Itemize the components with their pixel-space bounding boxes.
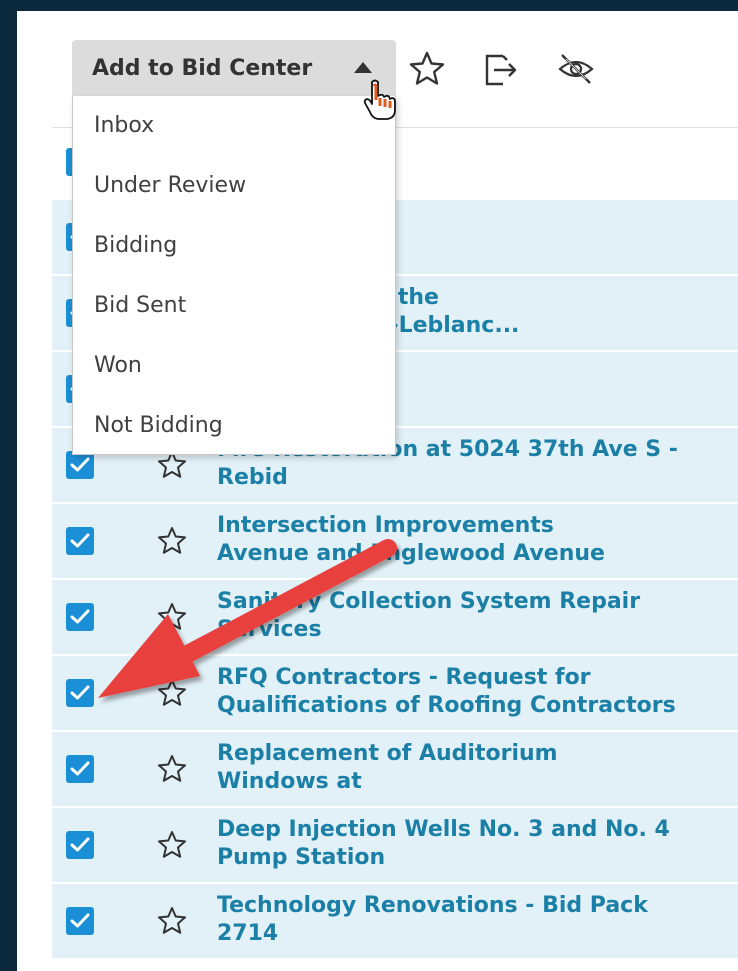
checkmark-icon <box>70 837 90 852</box>
row-checkbox[interactable] <box>66 755 94 783</box>
row-checkbox[interactable] <box>66 907 94 935</box>
project-title-line: Sanitary Collection System Repair <box>217 589 641 614</box>
menu-item-bidding[interactable]: Bidding <box>73 216 395 276</box>
project-title-line: Qualifications of Roofing Contractors <box>217 693 676 718</box>
star-icon[interactable] <box>156 905 188 937</box>
star-icon[interactable] <box>407 49 447 89</box>
star-icon[interactable] <box>156 753 188 785</box>
star-icon[interactable] <box>156 677 188 709</box>
table-row[interactable]: Deep Injection Wells No. 3 and No. 4 Pump… <box>52 808 738 883</box>
add-to-bid-center-button[interactable]: Add to Bid Center <box>72 40 396 96</box>
project-title-link[interactable]: RFQ Contractors - Request for Qualificati… <box>217 664 737 720</box>
project-title-line: RFQ Contractors - Request for <box>217 665 591 690</box>
project-title-link[interactable]: Intersection Improvements Avenue and Engl… <box>217 512 737 568</box>
project-title-line: Technology Renovations - Bid Pack <box>217 893 648 918</box>
row-checkbox[interactable] <box>66 831 94 859</box>
checkmark-icon <box>70 609 90 624</box>
project-title-line: Windows at <box>217 769 362 794</box>
project-title-link[interactable]: Deep Injection Wells No. 3 and No. 4 Pump… <box>217 816 737 872</box>
star-icon[interactable] <box>156 525 188 557</box>
menu-item-under-review[interactable]: Under Review <box>73 156 395 216</box>
hand-cursor-icon <box>363 79 396 120</box>
project-title-line: Replacement of Auditorium <box>217 741 558 766</box>
star-icon[interactable] <box>156 829 188 861</box>
project-title-link[interactable]: Technology Renovations - Bid Pack 2714 <box>217 892 737 948</box>
table-row[interactable]: Replacement of Auditorium Windows at <box>52 732 738 807</box>
table-row[interactable]: Intersection Improvements Avenue and Engl… <box>52 504 738 579</box>
bid-center-dropdown-menu: Inbox Under Review Bidding Bid Sent Won Not B… <box>72 96 396 455</box>
row-checkbox[interactable] <box>66 603 94 631</box>
export-icon[interactable] <box>481 49 521 89</box>
row-checkbox[interactable] <box>66 527 94 555</box>
window-frame-top <box>0 0 738 11</box>
star-icon[interactable] <box>156 601 188 633</box>
table-row[interactable]: Sanitary Collection System Repair Service… <box>52 580 738 655</box>
table-row[interactable]: RFQ Contractors - Request for Qualificati… <box>52 656 738 731</box>
project-title-line: Pump Station <box>217 845 386 870</box>
checkmark-icon <box>70 685 90 700</box>
window-frame-left <box>0 0 17 971</box>
row-checkbox[interactable] <box>66 679 94 707</box>
checkmark-icon <box>70 457 90 472</box>
hide-icon[interactable] <box>556 49 596 89</box>
project-title-line: Avenue and Englewood Avenue <box>217 541 605 566</box>
add-to-bid-center-label: Add to Bid Center <box>92 55 313 81</box>
checkmark-icon <box>70 533 90 548</box>
checkmark-icon <box>70 913 90 928</box>
checkmark-icon <box>70 761 90 776</box>
caret-up-icon <box>354 62 372 73</box>
menu-item-bid-sent[interactable]: Bid Sent <box>73 276 395 336</box>
project-title-link[interactable]: Sanitary Collection System Repair Service… <box>217 588 737 644</box>
menu-item-inbox[interactable]: Inbox <box>73 96 395 156</box>
project-title-line: Intersection Improvements <box>217 513 554 538</box>
project-title-line: Deep Injection Wells No. 3 and No. 4 <box>217 817 670 842</box>
table-row[interactable]: Technology Renovations - Bid Pack 2714 <box>52 884 738 959</box>
project-title-line: 2714 <box>217 921 279 946</box>
project-title-line: Services <box>217 617 322 642</box>
project-title-line: Rebid <box>217 465 288 490</box>
menu-item-won[interactable]: Won <box>73 336 395 396</box>
menu-item-not-bidding[interactable]: Not Bidding <box>73 396 395 456</box>
project-title-link[interactable]: Replacement of Auditorium Windows at <box>217 740 737 796</box>
